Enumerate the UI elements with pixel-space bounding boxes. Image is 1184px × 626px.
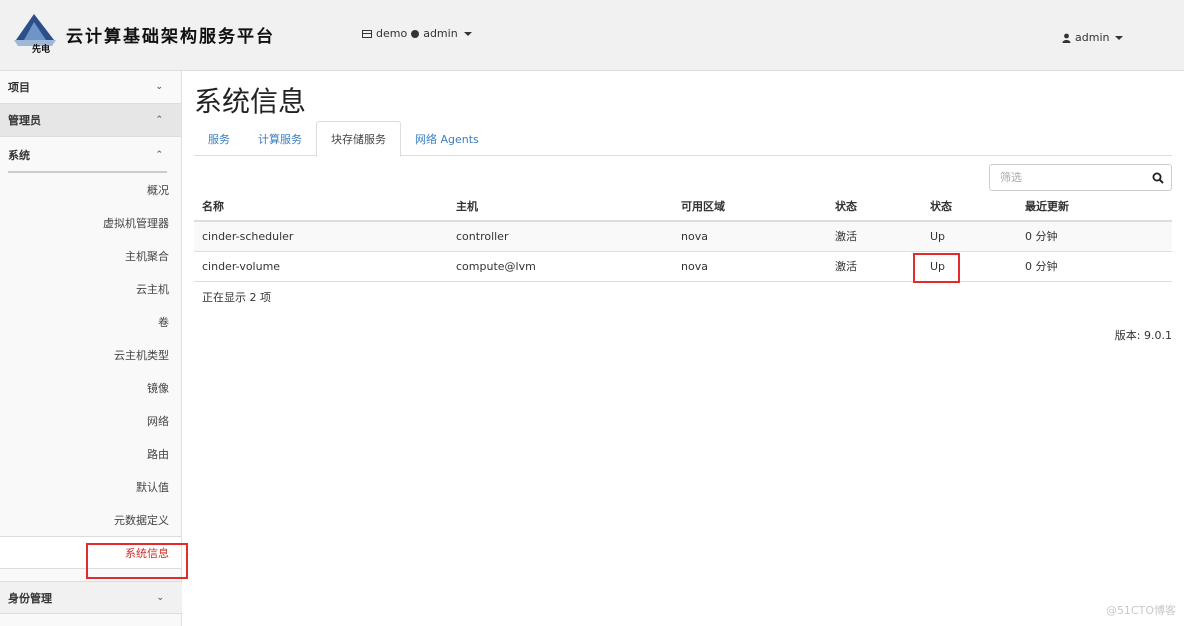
sidebar-item-hypervisors[interactable]: 虚拟机管理器 [0, 206, 181, 239]
cell-status: 激活 [827, 221, 922, 252]
sidebar-item-metadata-definitions[interactable]: 元数据定义 [0, 503, 181, 536]
tab-services[interactable]: 服务 [194, 121, 244, 156]
sidebar-item-overview[interactable]: 概况 [0, 173, 181, 206]
cell-last-updated: 0 分钟 [1017, 251, 1172, 282]
caret-down-icon [1115, 35, 1124, 40]
cell-name: cinder-volume [194, 251, 448, 282]
tab-compute-services[interactable]: 计算服务 [244, 121, 316, 156]
sidebar-panel-admin[interactable]: 管理员 ⌃ [0, 104, 181, 137]
sidebar-group-system[interactable]: 系统 ⌃ [0, 137, 181, 173]
tab-network-agents[interactable]: 网络 Agents [401, 121, 493, 156]
search-button[interactable] [1145, 165, 1171, 190]
user-name: admin [1075, 31, 1110, 44]
sidebar-panel-label: 项目 [8, 81, 30, 94]
cell-host: controller [448, 221, 673, 252]
user-menu[interactable]: admin [1062, 31, 1124, 44]
table-row: cinder-volume compute@lvm nova 激活 Up 0 分… [194, 251, 1172, 282]
project-user: admin [423, 27, 458, 40]
column-header-host[interactable]: 主机 [448, 192, 673, 222]
chevron-down-icon: ⌄ [156, 592, 164, 603]
column-header-status[interactable]: 状态 [827, 192, 922, 222]
tab-block-storage-services[interactable]: 块存储服务 [316, 121, 401, 157]
version-label: 版本: 9.0.1 [1114, 329, 1172, 342]
cell-host: compute@lvm [448, 251, 673, 282]
item-count: 正在显示 2 项 [202, 291, 271, 304]
sidebar-item-volumes[interactable]: 卷 [0, 305, 181, 338]
logo-icon[interactable]: 先电 [12, 10, 58, 54]
column-header-name[interactable]: 名称 [194, 192, 448, 222]
highlight-box [913, 253, 960, 283]
sidebar-group-label: 系统 [8, 149, 30, 162]
sidebar-item-instances[interactable]: 云主机 [0, 272, 181, 305]
caret-down-icon [463, 31, 472, 36]
watermark: @51CTO博客 [1105, 604, 1176, 617]
sidebar-item-images[interactable]: 镜像 [0, 371, 181, 404]
highlight-box [86, 543, 188, 579]
sidebar-item-defaults[interactable]: 默认值 [0, 470, 181, 503]
cell-last-updated: 0 分钟 [1017, 221, 1172, 252]
divider [8, 171, 167, 173]
search-icon [1152, 172, 1164, 184]
cell-zone: nova [673, 251, 827, 282]
project-switcher[interactable]: demo admin [362, 27, 472, 40]
project-name: demo [376, 27, 408, 40]
services-table: 名称 主机 可用区域 状态 状态 最近更新 cinder-scheduler c… [194, 192, 1172, 282]
cell-status: 激活 [827, 251, 922, 282]
sidebar-panel-project[interactable]: 项目 ⌄ [0, 71, 181, 104]
sidebar-item-routers[interactable]: 路由 [0, 437, 181, 470]
user-icon [1062, 33, 1071, 43]
sidebar-item-host-aggregates[interactable]: 主机聚合 [0, 239, 181, 272]
chevron-up-icon: ⌃ [155, 115, 163, 125]
column-header-last-updated[interactable]: 最近更新 [1017, 192, 1172, 222]
table-header-row: 名称 主机 可用区域 状态 状态 最近更新 [194, 192, 1172, 222]
page-title: 系统信息 [194, 85, 307, 118]
top-navbar: 先电 云计算基础架构服务平台 demo admin admin [0, 0, 1184, 71]
chevron-up-icon: ⌃ [155, 150, 163, 160]
sidebar-panel-identity[interactable]: 身份管理 ⌄ [0, 581, 182, 614]
sidebar-item-networks[interactable]: 网络 [0, 404, 181, 437]
table-row: cinder-scheduler controller nova 激活 Up 0… [194, 221, 1172, 252]
sidebar-item-flavors[interactable]: 云主机类型 [0, 338, 181, 371]
cell-state: Up [922, 221, 1017, 252]
cell-zone: nova [673, 221, 827, 252]
sidebar-panel-label: 管理员 [8, 114, 41, 127]
brand-title: 云计算基础架构服务平台 [66, 27, 275, 47]
chevron-down-icon: ⌄ [155, 82, 163, 92]
tab-bar: 服务 计算服务 块存储服务 网络 Agents [194, 121, 1172, 157]
project-icon [362, 29, 372, 38]
sidebar-panel-label: 身份管理 [8, 591, 52, 605]
svg-text:先电: 先电 [32, 43, 50, 54]
column-header-zone[interactable]: 可用区域 [673, 192, 827, 222]
column-header-state[interactable]: 状态 [922, 192, 1017, 222]
separator-dot-icon [411, 29, 420, 38]
filter-input[interactable] [990, 165, 1145, 190]
filter-box [989, 164, 1172, 191]
cell-name: cinder-scheduler [194, 221, 448, 252]
